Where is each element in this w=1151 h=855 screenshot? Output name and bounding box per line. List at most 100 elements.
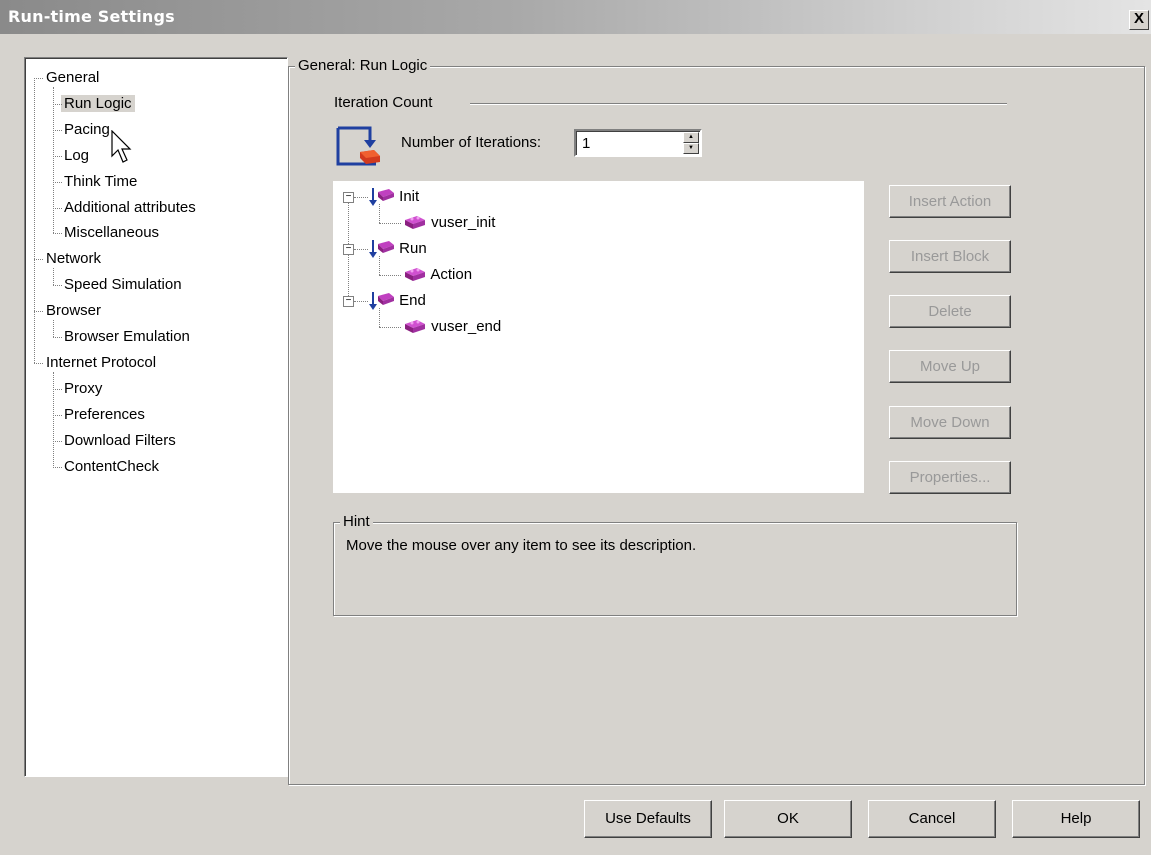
tree-connector	[379, 327, 401, 328]
tree-connector	[379, 275, 401, 276]
tree-item-label: Preferences	[64, 405, 145, 423]
tree-connector	[53, 440, 62, 442]
tree-connector	[34, 78, 43, 79]
tree-item-label: Network	[46, 250, 102, 268]
script-tree[interactable]: − Init vuser_init − Run Action − End vuser…	[333, 181, 864, 493]
tree-connector	[53, 155, 62, 157]
block-node-init[interactable]: Init	[369, 186, 419, 208]
tree-item-label: Download Filters	[64, 431, 176, 449]
block-node-end[interactable]: End	[369, 290, 426, 312]
tree-item-run-logic[interactable]: Run Logic	[61, 93, 135, 115]
tree-item-log[interactable]: Log	[61, 145, 92, 167]
iterations-label: Number of Iterations:	[401, 134, 542, 151]
tree-root-line	[348, 202, 349, 244]
tree-item-label: Browser	[46, 302, 102, 320]
settings-tree[interactable]: General Run Logic Pacing Log Think Time Addit…	[24, 57, 288, 777]
collapse-icon[interactable]: −	[343, 296, 354, 307]
tree-connector	[34, 311, 43, 313]
tree-connector	[354, 249, 368, 250]
block-icon	[369, 292, 394, 311]
cancel-button[interactable]: Cancel	[868, 800, 996, 838]
insert-block-button[interactable]: Insert Block	[889, 240, 1011, 273]
iteration-count-divider	[470, 103, 1007, 105]
window-title: Run-time Settings	[8, 7, 175, 26]
tree-connector	[53, 129, 62, 131]
tree-branch-line	[53, 268, 54, 286]
action-icon	[405, 268, 425, 282]
tree-item-label: Proxy	[64, 379, 103, 397]
tree-item-label: Additional attributes	[64, 198, 196, 216]
move-up-button[interactable]: Move Up	[889, 350, 1011, 383]
tree-item-think-time[interactable]: Think Time	[61, 171, 140, 193]
iterations-input[interactable]: 1 ▲ ▼	[574, 129, 702, 157]
tree-item-internet-protocol[interactable]: Internet Protocol	[43, 352, 159, 374]
title-bar[interactable]: Run-time Settings X	[0, 0, 1151, 34]
tree-item-browser[interactable]: Browser	[43, 300, 104, 322]
tree-connector	[354, 197, 368, 198]
tree-branch-line	[379, 256, 380, 275]
action-node-action[interactable]: Action	[403, 264, 472, 286]
move-down-button[interactable]: Move Down	[889, 406, 1011, 439]
tree-connector	[53, 181, 62, 183]
action-node-label: vuser_init	[431, 214, 496, 231]
tree-connector	[34, 259, 43, 261]
action-node-label: vuser_end	[431, 318, 502, 335]
properties-button[interactable]: Properties...	[889, 461, 1011, 494]
tree-connector	[53, 337, 62, 338]
tree-connector	[53, 388, 62, 390]
tree-item-label: Internet Protocol	[46, 353, 157, 371]
tree-branch-line	[379, 308, 380, 327]
block-icon	[369, 240, 394, 259]
hint-title: Hint	[340, 513, 373, 530]
tree-connector	[53, 207, 62, 209]
tree-item-label: ContentCheck	[64, 457, 160, 475]
tree-item-download-filters[interactable]: Download Filters	[61, 430, 179, 452]
tree-item-general[interactable]: General	[43, 67, 102, 89]
help-button[interactable]: Help	[1012, 800, 1140, 838]
tree-connector	[34, 362, 43, 364]
tree-item-network[interactable]: Network	[43, 248, 104, 270]
tree-item-label: Log	[64, 146, 90, 164]
run-logic-group-title: General: Run Logic	[295, 57, 431, 74]
action-node-vuser-end[interactable]: vuser_end	[403, 316, 501, 338]
tree-branch-line	[53, 371, 54, 467]
tree-item-contentcheck[interactable]: ContentCheck	[61, 456, 162, 478]
tree-item-miscellaneous[interactable]: Miscellaneous	[61, 222, 162, 244]
close-button[interactable]: X	[1129, 10, 1149, 30]
spin-up-icon[interactable]: ▲	[683, 132, 699, 143]
block-node-label: Run	[399, 240, 427, 257]
iterations-spinner[interactable]: ▲ ▼	[683, 132, 699, 155]
tree-item-label: Run Logic	[61, 94, 135, 112]
spin-down-icon[interactable]: ▼	[683, 143, 699, 154]
hint-text: Move the mouse over any item to see its …	[346, 537, 697, 554]
tree-connector	[354, 301, 368, 302]
block-node-run[interactable]: Run	[369, 238, 427, 260]
tree-item-additional-attributes[interactable]: Additional attributes	[61, 197, 199, 219]
tree-connector	[379, 223, 401, 224]
tree-connector	[53, 414, 62, 416]
action-node-label: Action	[430, 266, 473, 283]
tree-item-label: General	[46, 69, 100, 86]
tree-item-speed-simulation[interactable]: Speed Simulation	[61, 274, 185, 296]
use-defaults-button[interactable]: Use Defaults	[584, 800, 712, 838]
tree-connector	[53, 466, 62, 468]
insert-action-button[interactable]: Insert Action	[889, 185, 1011, 218]
block-icon	[369, 188, 394, 207]
tree-branch-line	[379, 204, 380, 223]
tree-item-pacing[interactable]: Pacing	[61, 119, 113, 141]
ok-button[interactable]: OK	[724, 800, 852, 838]
tree-item-label: Speed Simulation	[64, 276, 182, 294]
tree-item-proxy[interactable]: Proxy	[61, 378, 105, 400]
mouse-cursor-icon	[111, 130, 132, 163]
tree-item-label: Browser Emulation	[64, 328, 190, 345]
delete-button[interactable]: Delete	[889, 295, 1011, 328]
tree-root-line	[348, 254, 349, 296]
block-node-label: Init	[399, 188, 420, 205]
tree-item-preferences[interactable]: Preferences	[61, 404, 148, 426]
tree-item-browser-emulation[interactable]: Browser Emulation	[61, 326, 193, 348]
tree-root-line	[34, 78, 35, 363]
tree-item-label: Pacing	[64, 120, 110, 138]
action-node-vuser-init[interactable]: vuser_init	[403, 212, 495, 234]
block-node-label: End	[399, 292, 426, 309]
tree-item-label: Miscellaneous	[64, 224, 160, 242]
